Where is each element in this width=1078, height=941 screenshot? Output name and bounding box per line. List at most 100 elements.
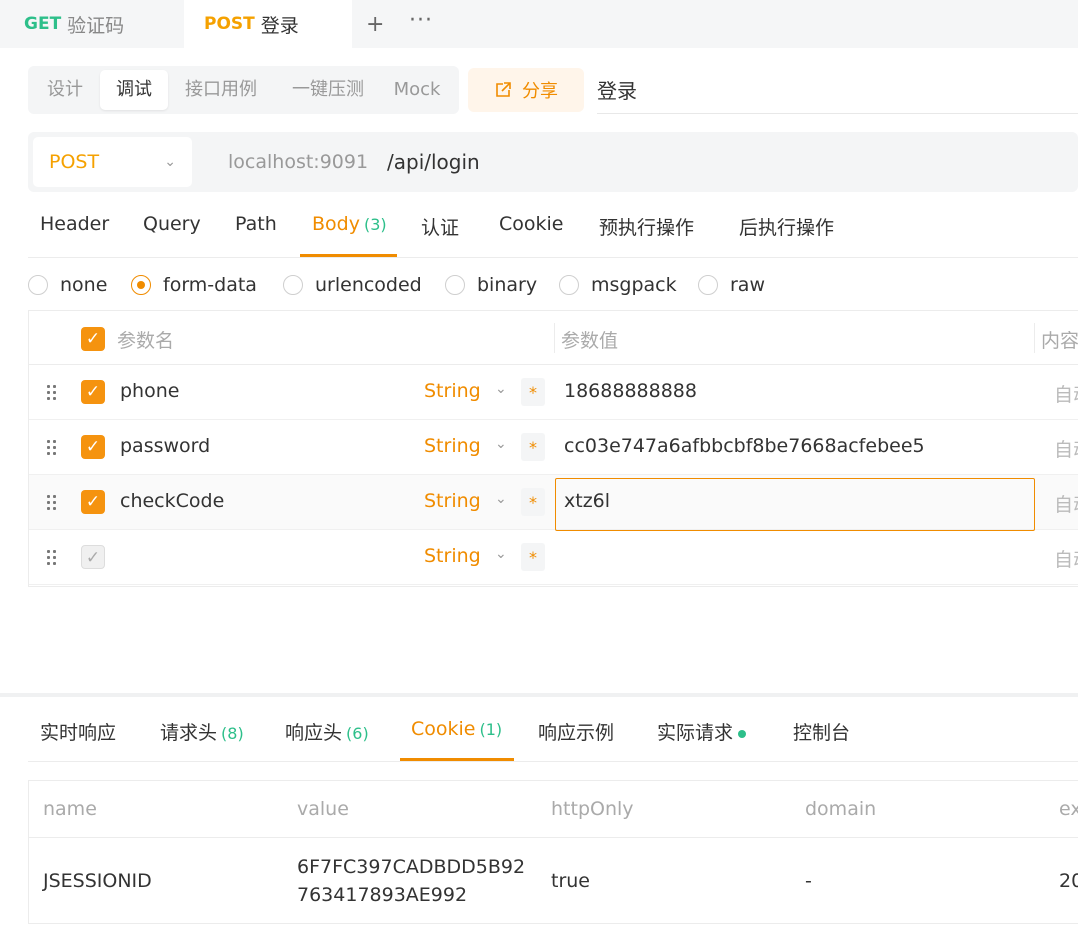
param-value[interactable]: xtz6l — [564, 490, 610, 512]
tab-response-headers[interactable]: 响应头 (6) — [285, 718, 369, 745]
tab-header[interactable]: Header — [40, 213, 109, 235]
tab-console[interactable]: 控制台 — [793, 718, 850, 745]
request-tabs: Header Query Path Body (3) 认证 Cookie 预执行操… — [28, 198, 1078, 258]
required-toggle[interactable]: * — [521, 378, 545, 406]
cookie-table: name value httpOnly domain ex JSESSIONID… — [28, 780, 1078, 924]
param-checkbox[interactable]: ✓ — [81, 545, 105, 569]
chevron-down-icon[interactable]: ⌄ — [495, 546, 507, 562]
param-value[interactable]: cc03e747a6afbbcbf8be7668acfebee5 — [564, 435, 925, 457]
param-row: ✓ phone String ⌄ * 18688888888 自动 — [29, 365, 1078, 420]
required-toggle[interactable]: * — [521, 433, 545, 461]
tab-auth[interactable]: 认证 — [421, 213, 459, 240]
chevron-down-icon: ⌄ — [164, 154, 176, 170]
col-domain: domain — [805, 798, 877, 820]
drag-handle-icon[interactable] — [47, 495, 59, 511]
method-value: POST — [49, 151, 100, 173]
mode-test-case[interactable]: 接口用例 — [176, 70, 266, 110]
col-expires: ex — [1059, 798, 1078, 820]
path-input[interactable]: /api/login — [387, 150, 480, 174]
tab-body[interactable]: Body (3) — [312, 213, 387, 235]
active-response-tab-indicator — [400, 758, 514, 761]
panel-divider[interactable] — [0, 693, 1078, 697]
radio-circle — [445, 275, 465, 295]
param-content-type[interactable]: 自动 — [1054, 545, 1078, 572]
tab-response-cookie[interactable]: Cookie (1) — [411, 718, 502, 740]
param-name[interactable]: phone — [120, 380, 179, 402]
radio-none[interactable]: none — [28, 274, 107, 296]
drag-handle-icon[interactable] — [47, 385, 59, 401]
param-content-type[interactable]: 自动 — [1054, 490, 1078, 517]
tab-label: 响应头 — [285, 722, 343, 744]
param-value-focus-border — [555, 478, 1035, 531]
param-value[interactable]: 18688888888 — [564, 380, 697, 402]
tab-request-headers[interactable]: 请求头 (8) — [160, 718, 244, 745]
response-tabs: 实时响应 请求头 (8) 响应头 (6) Cookie (1) 响应示例 实际请求 控… — [28, 700, 1078, 762]
tab-query[interactable]: Query — [143, 213, 201, 235]
param-type[interactable]: String — [424, 380, 481, 402]
radio-label: form-data — [163, 274, 257, 296]
select-all-checkbox[interactable]: ✓ — [81, 327, 105, 351]
radio-circle-selected — [131, 275, 151, 295]
tab-title: 登录 — [260, 14, 299, 37]
param-type[interactable]: String — [424, 490, 481, 512]
param-content-type[interactable]: 自动 — [1054, 435, 1078, 462]
tab-count: (6) — [346, 724, 369, 743]
radio-circle — [559, 275, 579, 295]
param-checkbox[interactable]: ✓ — [81, 380, 105, 404]
tab-path[interactable]: Path — [235, 213, 277, 235]
share-button[interactable]: 分享 — [468, 68, 584, 112]
api-name-input[interactable]: 登录 — [597, 68, 1078, 114]
radio-label: raw — [730, 274, 765, 296]
method-select[interactable]: POST ⌄ — [33, 137, 192, 187]
col-divider — [554, 323, 555, 353]
mode-debug[interactable]: 调试 — [100, 70, 168, 110]
more-tabs-icon[interactable]: ··· — [409, 8, 433, 33]
share-label: 分享 — [522, 81, 558, 102]
url-bar: POST ⌄ localhost:9091 /api/login — [28, 132, 1078, 192]
param-row-new: ✓ String ⌄ * 自动 — [29, 530, 1078, 585]
col-divider — [1034, 323, 1035, 353]
col-param-value: 参数值 — [561, 330, 619, 352]
mode-design[interactable]: 设计 — [34, 70, 96, 110]
param-name[interactable]: password — [120, 435, 210, 457]
active-tab-indicator — [300, 254, 397, 257]
radio-raw[interactable]: raw — [698, 274, 765, 296]
drag-handle-icon[interactable] — [47, 550, 59, 566]
param-name[interactable]: checkCode — [120, 490, 224, 512]
tab-realtime-response[interactable]: 实时响应 — [40, 718, 116, 745]
tab-post-script[interactable]: 后执行操作 — [739, 213, 834, 240]
radio-binary[interactable]: binary — [445, 274, 537, 296]
param-checkbox[interactable]: ✓ — [81, 490, 105, 514]
tab-title: 验证码 — [67, 14, 125, 37]
tab-label: 请求头 — [160, 722, 218, 744]
tab-label: Cookie — [411, 718, 476, 740]
tab-cookie[interactable]: Cookie — [499, 213, 564, 235]
param-type[interactable]: String — [424, 435, 481, 457]
cookie-expires: 20 — [1059, 870, 1078, 892]
share-icon — [496, 82, 511, 97]
param-row: ✓ password String ⌄ * cc03e747a6afbbcbf8… — [29, 420, 1078, 475]
radio-urlencoded[interactable]: urlencoded — [283, 274, 422, 296]
file-tab-post-login[interactable]: POST 登录 — [184, 0, 352, 48]
radio-form-data[interactable]: form-data — [131, 274, 257, 296]
file-tab-get-captcha[interactable]: GET 验证码 — [0, 0, 182, 48]
required-toggle[interactable]: * — [521, 543, 545, 571]
add-tab-icon[interactable]: + — [366, 12, 384, 37]
param-type[interactable]: String — [424, 545, 481, 567]
chevron-down-icon[interactable]: ⌄ — [495, 436, 507, 452]
param-checkbox[interactable]: ✓ — [81, 435, 105, 459]
chevron-down-icon[interactable]: ⌄ — [495, 381, 507, 397]
params-header-row: ✓ 参数名 参数值 内容 — [29, 311, 1078, 365]
col-name: name — [43, 798, 97, 820]
drag-handle-icon[interactable] — [47, 440, 59, 456]
tab-pre-script[interactable]: 预执行操作 — [599, 213, 694, 240]
chevron-down-icon[interactable]: ⌄ — [495, 491, 507, 507]
mode-load-test[interactable]: 一键压测 — [278, 70, 378, 110]
radio-label: urlencoded — [315, 274, 422, 296]
tab-response-example[interactable]: 响应示例 — [538, 718, 614, 745]
param-content-type[interactable]: 自动 — [1054, 380, 1078, 407]
required-toggle[interactable]: * — [521, 488, 545, 516]
mode-mock[interactable]: Mock — [384, 70, 450, 110]
radio-msgpack[interactable]: msgpack — [559, 274, 677, 296]
tab-actual-request[interactable]: 实际请求 — [657, 718, 747, 745]
